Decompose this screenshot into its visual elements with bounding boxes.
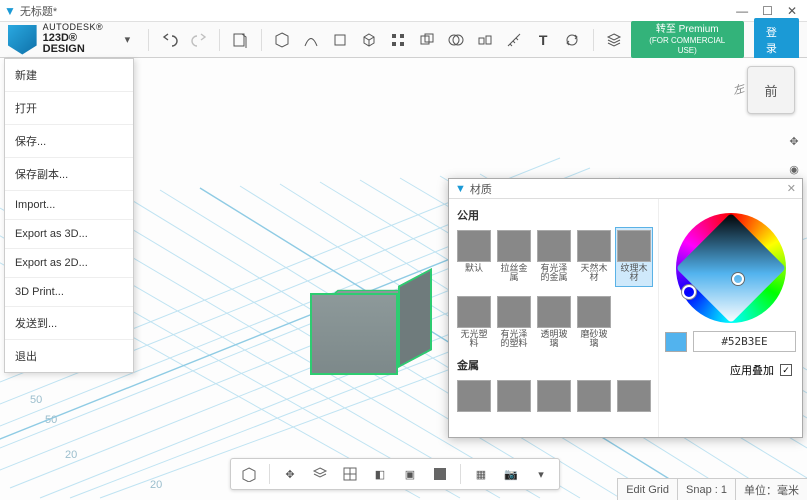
- material-clear-glass[interactable]: 透明玻璃: [535, 293, 573, 353]
- material-panel-title: 材质: [470, 181, 492, 197]
- modify-button[interactable]: [357, 27, 382, 53]
- bt-camera[interactable]: 📷: [497, 461, 525, 487]
- undo-button[interactable]: [157, 27, 182, 53]
- menu-open[interactable]: 打开: [5, 92, 133, 125]
- close-button[interactable]: ✕: [787, 4, 797, 18]
- app-logo-tiny: ▼: [455, 183, 466, 195]
- brand-line2: 123D® DESIGN: [43, 33, 119, 56]
- material-brushed-metal[interactable]: 拉丝金属: [495, 227, 533, 287]
- menu-import[interactable]: Import...: [5, 191, 133, 220]
- convert-button[interactable]: [560, 27, 585, 53]
- material-metal-4[interactable]: [575, 377, 613, 437]
- material-metal-2[interactable]: [495, 377, 533, 437]
- pattern-button[interactable]: [386, 27, 411, 53]
- bt-grid[interactable]: [336, 461, 364, 487]
- bt-layers[interactable]: [306, 461, 334, 487]
- menu-save[interactable]: 保存...: [5, 125, 133, 158]
- bt-collapse[interactable]: ▾: [527, 461, 555, 487]
- login-button[interactable]: 登录: [754, 18, 799, 62]
- text-button[interactable]: T: [531, 27, 556, 53]
- brand-icon: [8, 25, 37, 55]
- primitive-button[interactable]: [270, 27, 295, 53]
- status-bar: Edit Grid Snap : 1 单位：毫米: [617, 478, 807, 500]
- app-menu: 新建 打开 保存... 保存副本... Import... Export as …: [4, 58, 134, 373]
- menu-exit[interactable]: 退出: [5, 340, 133, 372]
- minimize-button[interactable]: —: [736, 4, 748, 18]
- menu-new[interactable]: 新建: [5, 59, 133, 92]
- orbit-button[interactable]: ◉: [783, 158, 805, 180]
- combine-button[interactable]: [444, 27, 469, 53]
- viewcube[interactable]: 左 前: [747, 66, 795, 114]
- menu-export-2d[interactable]: Export as 2D...: [5, 249, 133, 278]
- construct-button[interactable]: [328, 27, 353, 53]
- material-default[interactable]: 默认: [455, 227, 493, 287]
- status-units[interactable]: 单位：毫米: [735, 479, 807, 500]
- material-list[interactable]: 公用 默认 拉丝金属 有光泽的金属 天然木材 纹理木材 无光塑料 有光泽的塑料 …: [449, 199, 659, 437]
- material-glossy-plastic[interactable]: 有光泽的塑料: [495, 293, 533, 353]
- pan-button[interactable]: ✥: [783, 130, 805, 152]
- apply-overlay-label: 应用叠加: [730, 362, 774, 378]
- bt-view2[interactable]: ▣: [396, 461, 424, 487]
- svg-text:20: 20: [65, 449, 77, 461]
- menu-3d-print[interactable]: 3D Print...: [5, 278, 133, 307]
- bt-move[interactable]: ✥: [276, 461, 304, 487]
- material-panel: ▼ 材质 ✕ 公用 默认 拉丝金属 有光泽的金属 天然木材 纹理木材 无光塑料 …: [448, 178, 803, 438]
- redo-button[interactable]: [186, 27, 211, 53]
- material-metal-5[interactable]: [615, 377, 653, 437]
- menu-export-3d[interactable]: Export as 3D...: [5, 220, 133, 249]
- sv-handle[interactable]: [732, 273, 744, 285]
- measure-button[interactable]: [502, 27, 527, 53]
- material-matte-plastic[interactable]: 无光塑料: [455, 293, 493, 353]
- brand-chevron-icon[interactable]: ▾: [125, 33, 131, 46]
- group-button[interactable]: [415, 27, 440, 53]
- materials-button[interactable]: [602, 27, 627, 53]
- selected-cube[interactable]: [310, 273, 415, 378]
- sketch-button[interactable]: [299, 27, 324, 53]
- window-titlebar: ▼ 无标题* — ☐ ✕: [0, 0, 807, 22]
- insert-button[interactable]: [228, 27, 253, 53]
- menu-send-to[interactable]: 发送到...: [5, 307, 133, 340]
- current-color-swatch: [665, 332, 687, 352]
- status-edit-grid[interactable]: Edit Grid: [617, 479, 677, 500]
- menu-save-copy[interactable]: 保存副本...: [5, 158, 133, 191]
- apply-overlay-checkbox[interactable]: ✓: [780, 364, 792, 376]
- hue-handle[interactable]: [682, 285, 696, 299]
- material-metal-3[interactable]: [535, 377, 573, 437]
- bottom-toolbar: ✥ ◧ ▣ ▦ 📷 ▾: [230, 458, 560, 490]
- maximize-button[interactable]: ☐: [762, 4, 773, 18]
- brand-block[interactable]: AUTODESK® 123D® DESIGN ▾: [8, 23, 140, 56]
- main-toolbar: AUTODESK® 123D® DESIGN ▾ T 转至 Premium (F…: [0, 22, 807, 58]
- bt-view1[interactable]: ◧: [366, 461, 394, 487]
- material-panel-close[interactable]: ✕: [787, 182, 796, 195]
- material-frosted-glass[interactable]: 磨砂玻璃: [575, 293, 613, 353]
- snap-button[interactable]: [473, 27, 498, 53]
- svg-text:20: 20: [150, 479, 162, 491]
- material-glossy-metal[interactable]: 有光泽的金属: [535, 227, 573, 287]
- svg-text:50: 50: [30, 394, 42, 406]
- bt-home[interactable]: [235, 461, 263, 487]
- bt-shade[interactable]: [426, 461, 454, 487]
- material-metal-1[interactable]: [455, 377, 493, 437]
- status-snap[interactable]: Snap : 1: [677, 479, 735, 500]
- material-natural-wood[interactable]: 天然木材: [575, 227, 613, 287]
- material-cat-metal: 金属: [455, 353, 656, 377]
- bt-q[interactable]: ▦: [467, 461, 495, 487]
- material-light-wood[interactable]: 纹理木材: [615, 227, 653, 287]
- premium-button[interactable]: 转至 Premium (FOR COMMERCIAL USE): [631, 21, 744, 58]
- window-title: 无标题*: [20, 3, 57, 19]
- viewcube-front[interactable]: 前: [764, 81, 777, 100]
- color-wheel[interactable]: [676, 213, 786, 323]
- hex-input[interactable]: #52B3EE: [693, 331, 796, 352]
- app-logo-small: ▼: [4, 4, 16, 18]
- svg-text:50: 50: [45, 414, 57, 426]
- material-cat-public: 公用: [455, 203, 656, 227]
